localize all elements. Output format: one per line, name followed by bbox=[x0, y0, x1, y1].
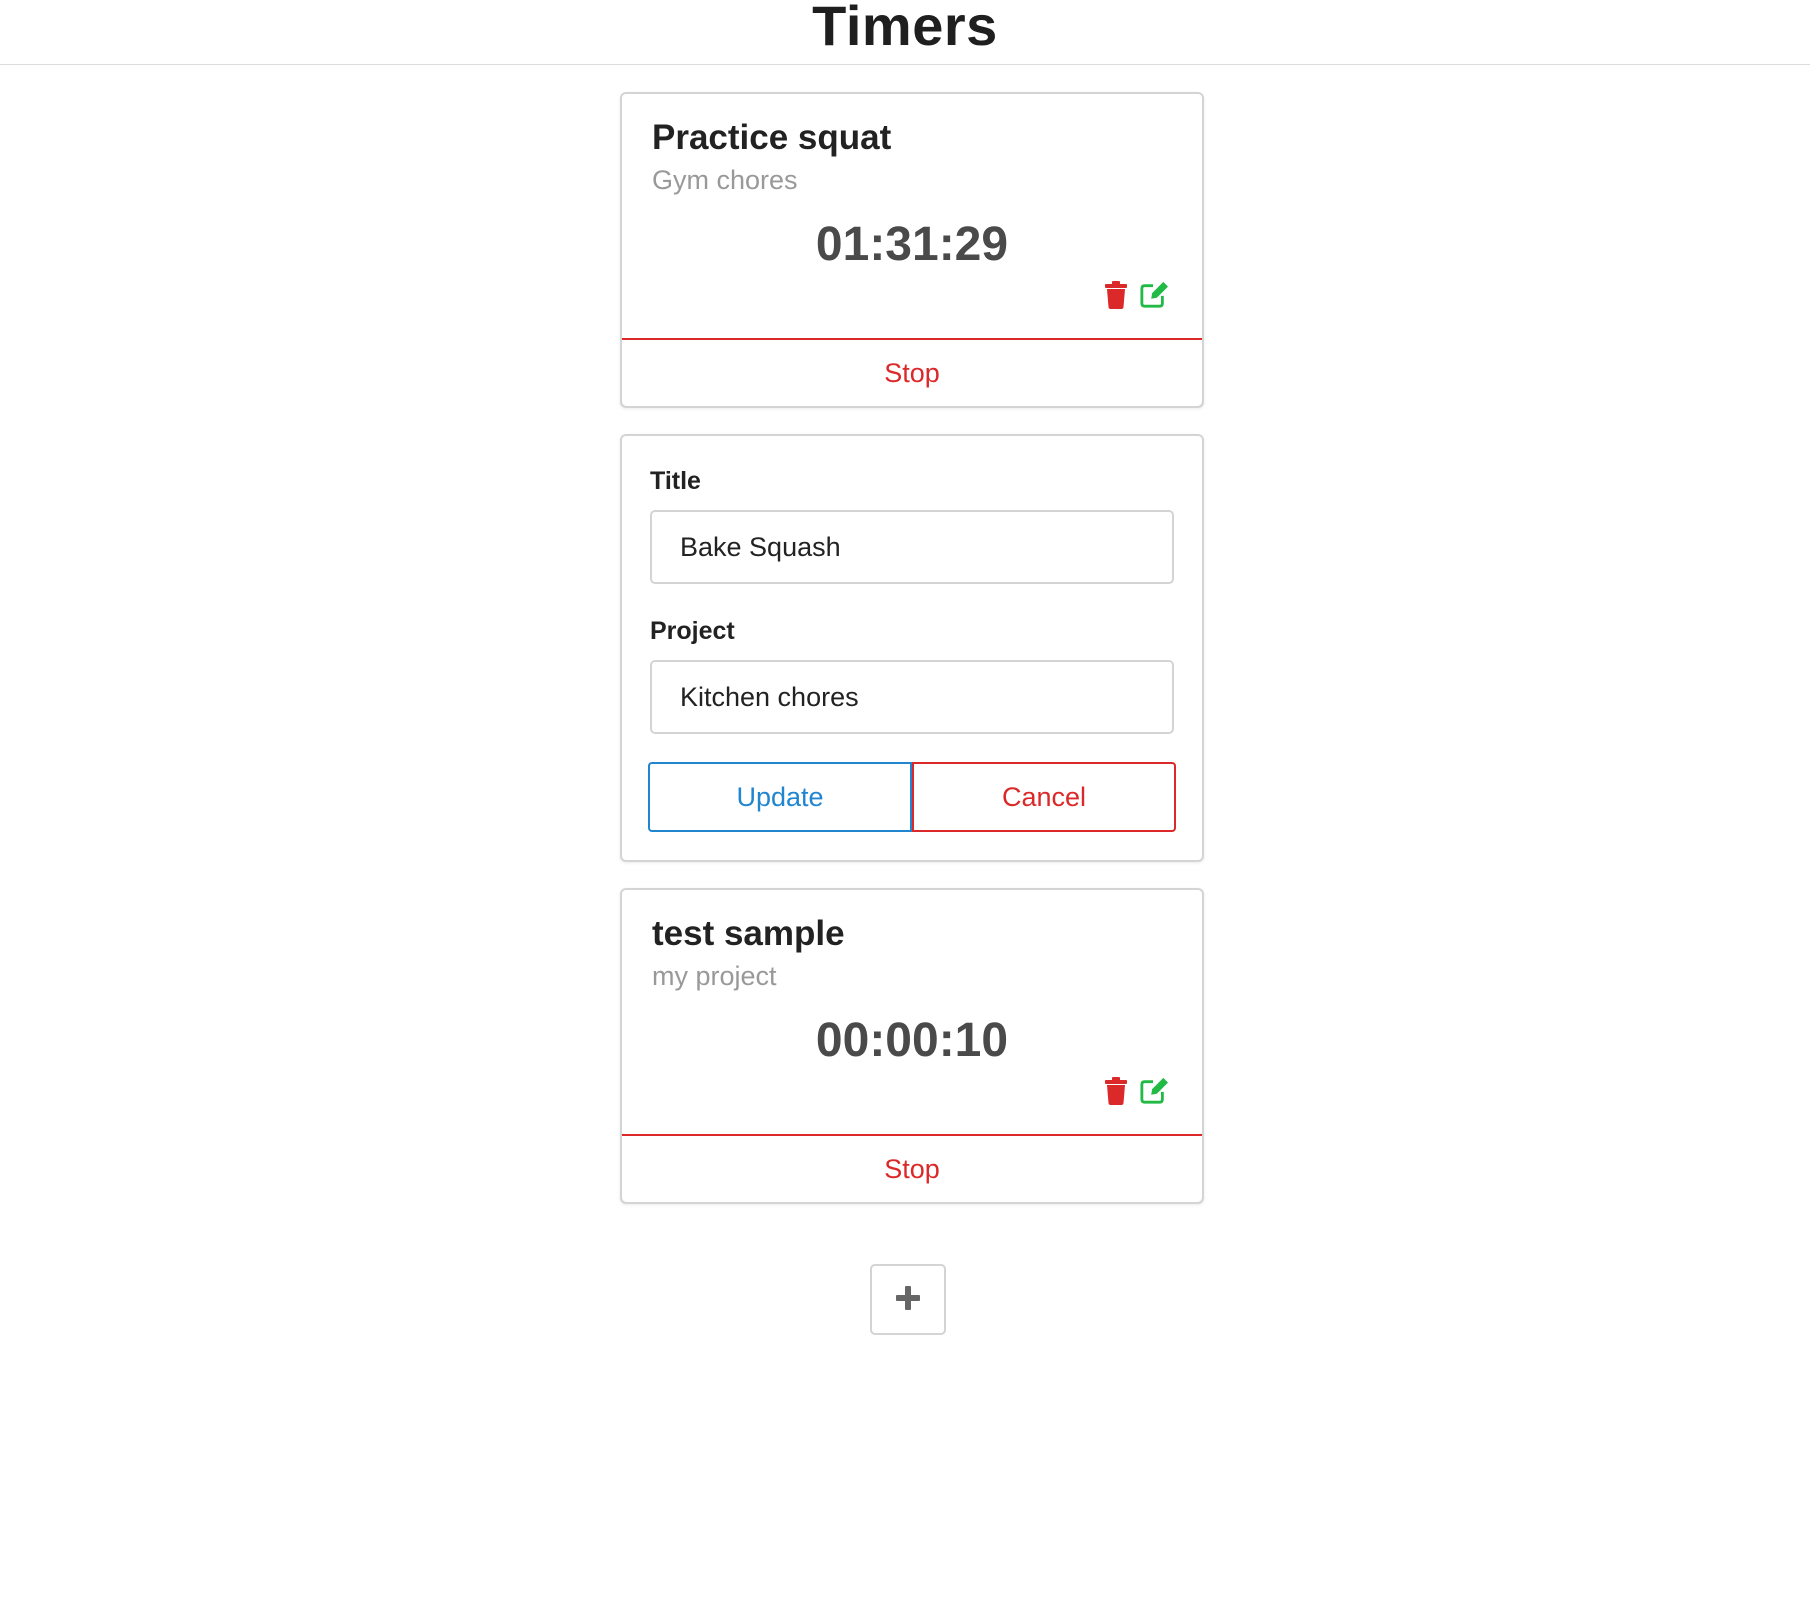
form-buttons: Update Cancel bbox=[648, 762, 1176, 832]
timer-elapsed: 00:00:10 bbox=[815, 1014, 1009, 1067]
timer-elapsed: 01:31:29 bbox=[815, 218, 1009, 271]
timer-card: Practice squat Gym chores 01:31:29 Stop bbox=[620, 92, 1204, 408]
page-title: Timers bbox=[812, 0, 998, 57]
timer-actions bbox=[1102, 1076, 1168, 1106]
title-input[interactable] bbox=[650, 510, 1174, 584]
edit-icon[interactable] bbox=[1140, 280, 1168, 310]
edit-icon[interactable] bbox=[1140, 1076, 1168, 1106]
add-timer-button[interactable] bbox=[870, 1264, 946, 1335]
timer-content: Practice squat Gym chores 01:31:29 bbox=[622, 94, 1202, 338]
form-body: Title Project Update Cancel bbox=[622, 436, 1202, 860]
stop-button[interactable]: Stop bbox=[622, 1134, 1202, 1202]
update-button[interactable]: Update bbox=[648, 762, 912, 832]
title-label: Title bbox=[650, 467, 701, 495]
timer-card: test sample my project 00:00:10 Stop bbox=[620, 888, 1204, 1204]
timer-actions bbox=[1102, 280, 1168, 310]
timer-list: Practice squat Gym chores 01:31:29 Stop … bbox=[620, 92, 1204, 1230]
timer-project: Gym chores bbox=[652, 165, 798, 195]
page-header: Timers bbox=[0, 0, 1810, 65]
timer-content: test sample my project 00:00:10 bbox=[622, 890, 1202, 1134]
project-input[interactable] bbox=[650, 660, 1174, 734]
trash-icon[interactable] bbox=[1102, 280, 1130, 310]
project-label: Project bbox=[650, 617, 735, 645]
timer-edit-form: Title Project Update Cancel bbox=[620, 434, 1204, 862]
trash-icon[interactable] bbox=[1102, 1076, 1130, 1106]
cancel-button[interactable]: Cancel bbox=[912, 762, 1176, 832]
timer-title: test sample bbox=[652, 914, 845, 953]
plus-icon bbox=[894, 1284, 922, 1315]
timer-title: Practice squat bbox=[652, 118, 892, 157]
stop-button[interactable]: Stop bbox=[622, 338, 1202, 406]
add-timer-container bbox=[870, 1264, 946, 1335]
timer-project: my project bbox=[652, 961, 777, 991]
